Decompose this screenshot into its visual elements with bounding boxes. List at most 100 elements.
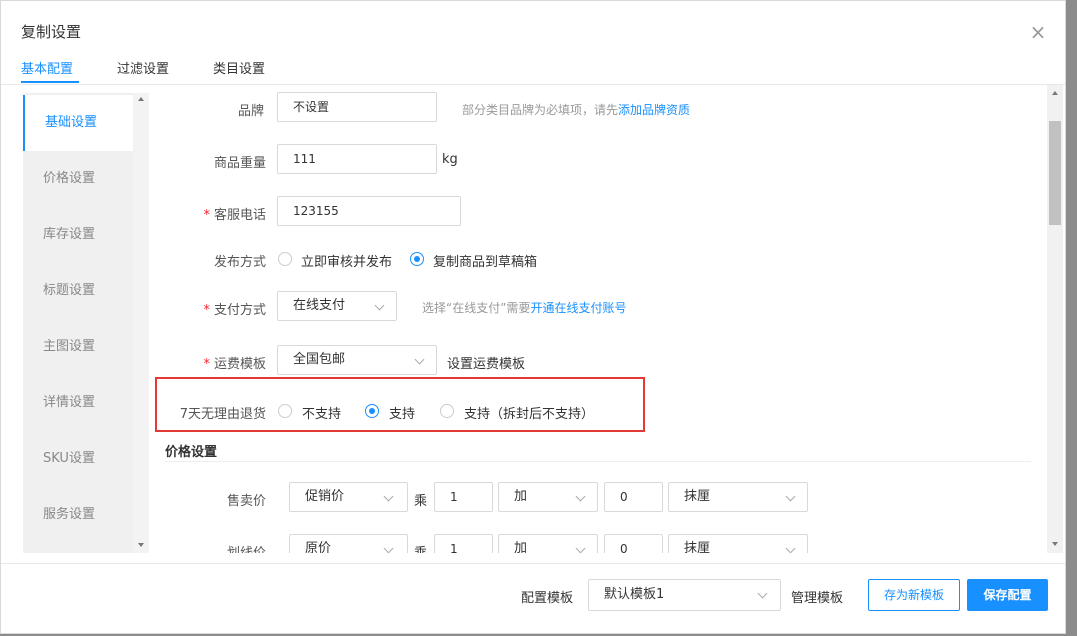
chevron-down-icon xyxy=(785,543,796,553)
chevron-down-icon xyxy=(383,491,394,502)
chevron-down-icon xyxy=(575,543,586,553)
payment-label: * 支付方式 xyxy=(149,299,266,318)
returns-option-unsupported-radio[interactable] xyxy=(278,404,292,418)
sale-price-label: 售卖价 xyxy=(226,494,266,509)
chevron-down-icon xyxy=(383,543,394,553)
strike-price-base-value: 原价 xyxy=(305,541,332,553)
chevron-down-icon xyxy=(414,354,425,365)
phone-input[interactable]: 123155 xyxy=(277,196,461,226)
sidebar-item-sku[interactable]: SKU设置 xyxy=(23,431,133,487)
brand-input[interactable]: 不设置 xyxy=(277,92,437,122)
multiply-label: 乘 xyxy=(414,542,427,553)
multiply-label: 乘 xyxy=(414,494,428,509)
close-icon[interactable]: × xyxy=(1029,22,1047,42)
sale-price-operator-select[interactable]: 加 xyxy=(498,482,598,512)
publish-option-immediate-radio[interactable] xyxy=(278,252,292,266)
save-as-new-template-button[interactable]: 存为新模板 xyxy=(868,579,960,611)
shipping-select-value: 全国包邮 xyxy=(293,352,346,367)
tab-category-settings[interactable]: 类目设置 xyxy=(213,58,265,77)
brand-hint: 部分类目品牌为必填项，请先添加品牌资质 xyxy=(462,101,690,118)
manage-templates-link[interactable]: 管理模板 xyxy=(791,587,843,606)
strike-price-operator-select[interactable]: 加 xyxy=(498,534,598,553)
sidebar-item-title[interactable]: 标题设置 xyxy=(23,263,133,319)
shipping-label-text: 运费模板 xyxy=(213,357,266,372)
sidebar-item-basic[interactable]: 基础设置 xyxy=(23,95,133,151)
config-template-value: 默认模板1 xyxy=(604,587,665,602)
required-marker: * xyxy=(203,208,210,223)
sale-price-rounding-select[interactable]: 抹厘 xyxy=(668,482,808,512)
publish-option-draft-label[interactable]: 复制商品到草稿箱 xyxy=(433,251,537,270)
sale-price-base-select[interactable]: 促销价 xyxy=(289,482,408,512)
dialog-title: 复制设置 xyxy=(21,23,82,41)
active-tab-indicator xyxy=(21,81,79,83)
section-divider xyxy=(165,461,1031,462)
add-brand-link[interactable]: 添加品牌资质 xyxy=(618,103,690,117)
brand-hint-text: 部分类目品牌为必填项，请先 xyxy=(462,103,619,117)
chevron-down-icon xyxy=(757,588,768,599)
sidebar-item-service[interactable]: 服务设置 xyxy=(23,487,133,543)
payment-hint: 选择“在线支付”需要开通在线支付账号 xyxy=(422,299,626,316)
config-template-label: 配置模板 xyxy=(521,591,574,606)
shipping-label: * 运费模板 xyxy=(149,353,266,372)
scroll-down-icon[interactable] xyxy=(138,543,144,547)
sidebar-item-price[interactable]: 价格设置 xyxy=(23,151,133,207)
chevron-down-icon xyxy=(785,491,796,502)
payment-select[interactable]: 在线支付 xyxy=(277,291,397,321)
weight-unit: kg xyxy=(442,152,458,167)
weight-input[interactable]: 111 xyxy=(277,144,437,174)
tab-bar: 基本配置 过滤设置 类目设置 xyxy=(1,51,1065,85)
strike-price-multiplier-input[interactable]: 1 xyxy=(434,534,493,553)
strike-price-rounding-value: 抹厘 xyxy=(684,541,711,553)
publish-option-draft-radio[interactable] xyxy=(410,252,424,266)
returns-option-supported-label[interactable]: 支持 xyxy=(389,403,415,422)
tab-basic-config[interactable]: 基本配置 xyxy=(21,58,73,77)
settings-form: 品牌 不设置 部分类目品牌为必填项，请先添加品牌资质 商品重量 111 kg *… xyxy=(149,85,1045,553)
required-marker: * xyxy=(203,357,210,372)
shipping-template-select[interactable]: 全国包邮 xyxy=(277,345,437,375)
scrollbar-thumb[interactable] xyxy=(1049,121,1061,225)
copy-settings-dialog: 复制设置 × 基本配置 过滤设置 类目设置 基础设置 价格设置 库存设置 标题设… xyxy=(0,0,1066,634)
weight-label: 商品重量 xyxy=(213,156,266,171)
publish-option-immediate-label[interactable]: 立即审核并发布 xyxy=(301,251,392,270)
publish-label: 发布方式 xyxy=(213,255,266,270)
strike-price-label: 划线价 xyxy=(149,542,266,553)
open-online-payment-link[interactable]: 开通在线支付账号 xyxy=(530,301,626,315)
sale-price-addend-input[interactable]: 0 xyxy=(604,482,663,512)
settings-sidebar: 基础设置 价格设置 库存设置 标题设置 主图设置 详情设置 SKU设置 服务设置 xyxy=(23,93,149,553)
sidebar-item-main-image[interactable]: 主图设置 xyxy=(23,319,133,375)
sidebar-scrollbar[interactable] xyxy=(133,93,149,553)
sale-price-rounding-value: 抹厘 xyxy=(684,489,711,504)
payment-label-text: 支付方式 xyxy=(213,303,266,318)
scroll-up-icon[interactable] xyxy=(138,97,144,101)
sale-price-operator-value: 加 xyxy=(514,489,528,504)
set-shipping-template-link[interactable]: 设置运费模板 xyxy=(447,353,525,372)
scroll-up-icon[interactable] xyxy=(1052,91,1058,95)
save-config-button[interactable]: 保存配置 xyxy=(967,579,1048,611)
returns-label: 7天无理由退货 xyxy=(179,407,266,422)
sale-price-base-value: 促销价 xyxy=(305,489,345,504)
payment-hint-text: 选择“在线支付”需要 xyxy=(422,301,531,315)
chevron-down-icon xyxy=(374,300,385,311)
required-marker: * xyxy=(203,303,210,318)
brand-label: 品牌 xyxy=(237,104,264,119)
returns-option-unopened-radio[interactable] xyxy=(440,404,454,418)
dialog-footer: 配置模板 默认模板1 管理模板 存为新模板 保存配置 xyxy=(1,563,1065,634)
tab-filter-settings[interactable]: 过滤设置 xyxy=(117,58,169,77)
form-scrollbar[interactable] xyxy=(1047,85,1063,553)
config-template-select[interactable]: 默认模板1 xyxy=(588,579,781,611)
phone-label: * 客服电话 xyxy=(149,204,266,223)
returns-option-unsupported-label[interactable]: 不支持 xyxy=(302,403,341,422)
sidebar-item-detail[interactable]: 详情设置 xyxy=(23,375,133,431)
strike-price-operator-value: 加 xyxy=(514,541,528,553)
strike-price-base-select[interactable]: 原价 xyxy=(289,534,408,553)
scroll-down-icon[interactable] xyxy=(1052,542,1058,546)
phone-label-text: 客服电话 xyxy=(213,208,266,223)
returns-option-supported-radio[interactable] xyxy=(365,404,379,418)
chevron-down-icon xyxy=(575,491,586,502)
price-section-title: 价格设置 xyxy=(165,445,218,460)
strike-price-addend-input[interactable]: 0 xyxy=(604,534,663,553)
sale-price-multiplier-input[interactable]: 1 xyxy=(434,482,493,512)
strike-price-rounding-select[interactable]: 抹厘 xyxy=(668,534,808,553)
returns-option-unopened-label[interactable]: 支持（拆封后不支持） xyxy=(464,403,594,422)
sidebar-item-stock[interactable]: 库存设置 xyxy=(23,207,133,263)
